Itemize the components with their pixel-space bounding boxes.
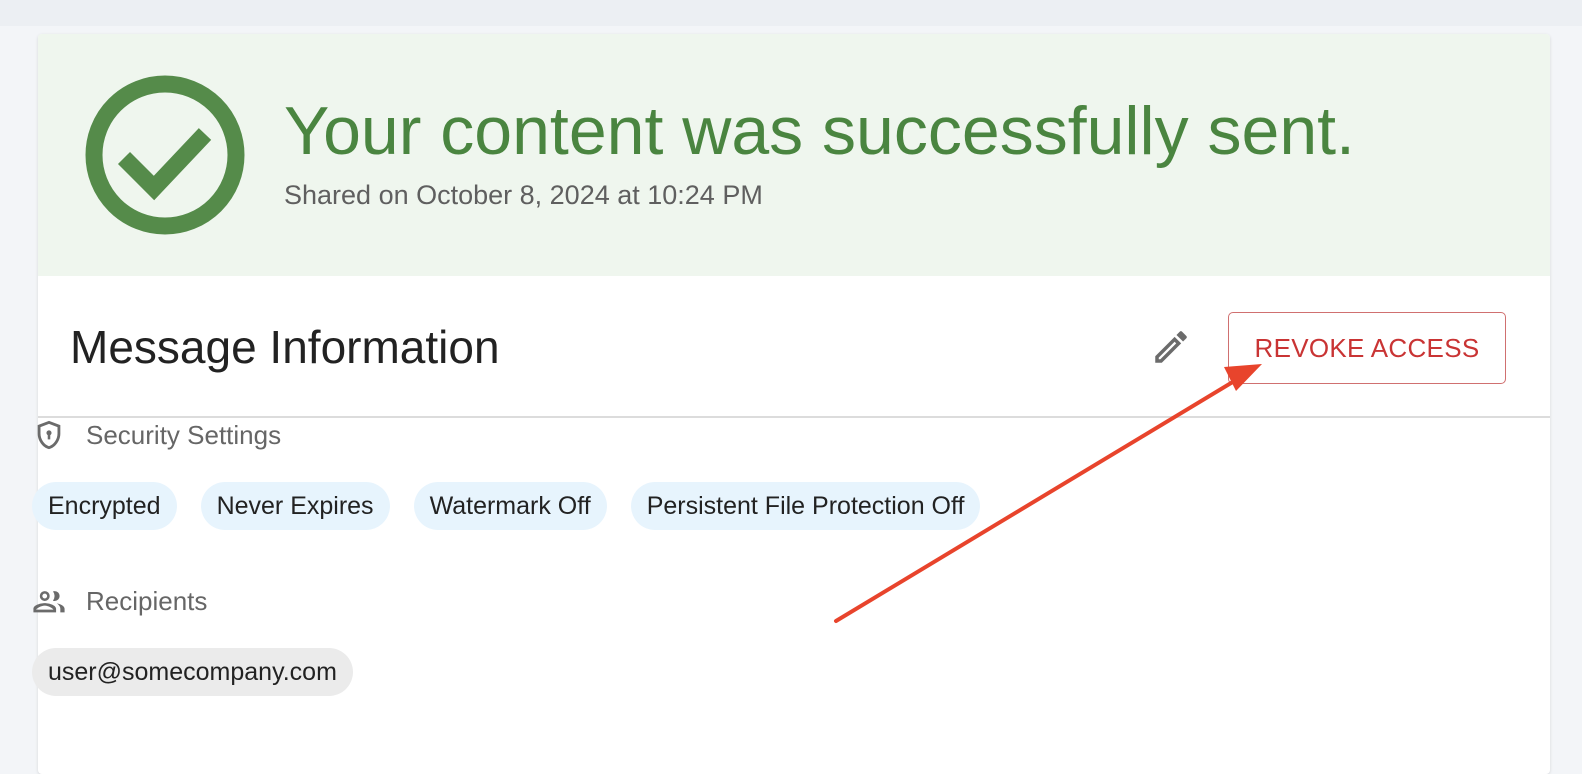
chip-encrypted: Encrypted (32, 482, 177, 530)
recipient-chips: user@somecompany.com (32, 648, 353, 696)
success-title: Your content was successfully sent. (284, 93, 1355, 169)
security-settings-label: Security Settings (86, 419, 282, 450)
chip-persistent-file-protection-off: Persistent File Protection Off (630, 482, 981, 530)
recipients-heading: Recipients (32, 584, 207, 618)
revoke-access-button[interactable]: REVOKE ACCESS (1228, 312, 1506, 384)
people-icon (33, 591, 65, 613)
security-settings-heading: Security Settings (32, 418, 281, 452)
page-title: Message Information (70, 321, 500, 373)
pencil-icon[interactable] (1150, 326, 1192, 368)
recipient-chip[interactable]: user@somecompany.com (32, 648, 353, 696)
shared-timestamp: Shared on October 8, 2024 at 10:24 PM (284, 180, 763, 210)
success-banner: Your content was successfully sent. Shar… (38, 34, 1550, 276)
security-chips: Encrypted Never Expires Watermark Off Pe… (32, 482, 981, 530)
shield-lock-icon (37, 420, 61, 450)
chip-never-expires: Never Expires (200, 482, 390, 530)
top-bar (0, 0, 1582, 26)
message-info-header: Message Information REVOKE ACCESS (38, 276, 1550, 418)
chip-watermark-off: Watermark Off (413, 482, 607, 530)
recipients-label: Recipients (86, 585, 208, 616)
check-circle-icon (85, 75, 245, 235)
